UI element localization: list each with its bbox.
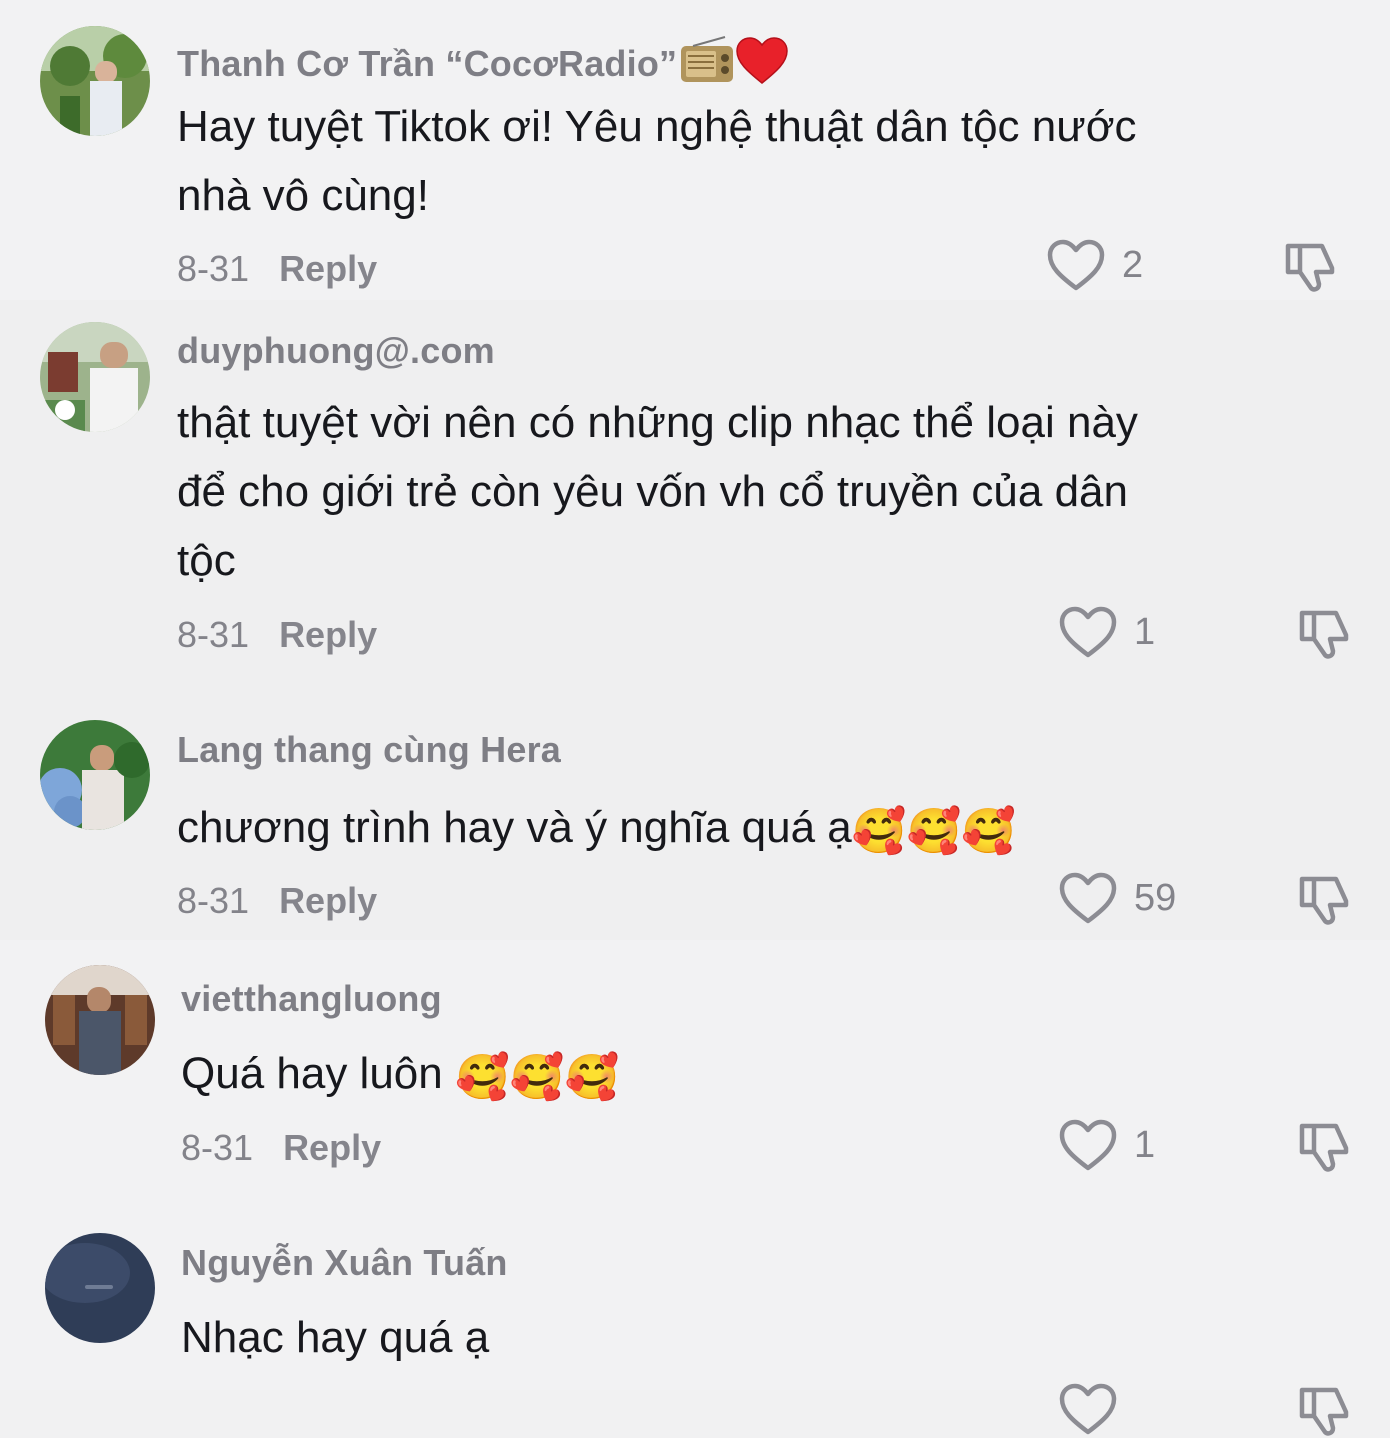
comment-username[interactable]: duyphuong@.com [177, 330, 495, 372]
like-button[interactable]: 1 [1058, 605, 1155, 659]
comment-text: Quá hay luôn 🥰🥰🥰 [181, 1049, 620, 1102]
like-count: 2 [1122, 243, 1144, 286]
comment-username[interactable]: vietthangluong [181, 978, 442, 1020]
reply-button[interactable]: Reply [279, 614, 377, 655]
smiling-face-with-hearts-icon: 🥰🥰🥰 [454, 1053, 620, 1102]
radio-icon [679, 36, 735, 93]
dislike-button[interactable] [1296, 1118, 1352, 1174]
thumbs-down-icon [1296, 605, 1352, 661]
like-button[interactable]: 2 [1046, 238, 1143, 292]
comment-text: Nhạc hay quá ạ [181, 1313, 490, 1362]
heart-outline-icon [1058, 1382, 1118, 1436]
comment-username[interactable]: Nguyễn Xuân Tuấn [181, 1242, 508, 1284]
avatar[interactable] [40, 26, 150, 136]
like-count: 59 [1134, 876, 1177, 919]
comment-item: Thanh Cơ Trần “CocơRadio” Hay tuyệt Tikt… [0, 0, 1390, 300]
reply-button[interactable]: Reply [283, 1127, 381, 1168]
heart-outline-icon [1046, 238, 1106, 292]
thumbs-down-icon [1296, 1118, 1352, 1174]
dislike-button[interactable] [1296, 871, 1352, 927]
comment-text: thật tuyệt vời nên có những clip nhạc th… [177, 398, 1138, 585]
comment-username[interactable]: Lang thang cùng Hera [177, 729, 561, 771]
comment-item: Lang thang cùng Hera chương trình hay và… [0, 685, 1390, 940]
like-button[interactable] [1058, 1382, 1118, 1436]
comment-meta: 8-31 Reply [177, 614, 377, 656]
like-button[interactable]: 59 [1058, 871, 1176, 925]
dislike-button[interactable] [1296, 605, 1352, 661]
avatar[interactable] [40, 322, 150, 432]
comment-meta: 8-31 Reply [177, 248, 377, 290]
comment-date: 8-31 [181, 1127, 254, 1168]
comment-username[interactable]: Thanh Cơ Trần “CocơRadio” [177, 36, 789, 95]
like-count: 1 [1134, 610, 1156, 653]
like-button[interactable]: 1 [1058, 1118, 1155, 1172]
comment-item: vietthangluong Quá hay luôn 🥰🥰🥰 8-31 Repl… [0, 940, 1390, 1210]
comment-text: chương trình hay và ý nghĩa quá ạ🥰🥰🥰 [177, 803, 1017, 856]
comment-meta: 8-31 Reply [177, 880, 377, 922]
like-count: 1 [1134, 1123, 1156, 1166]
dislike-button[interactable] [1296, 1382, 1352, 1438]
heart-outline-icon [1058, 871, 1118, 925]
avatar[interactable] [45, 1233, 155, 1343]
comment-date: 8-31 [177, 248, 250, 289]
thumbs-down-icon [1282, 238, 1338, 294]
comment-item: Nguyễn Xuân Tuấn Nhạc hay quá ạ [0, 1210, 1390, 1436]
comment-item: duyphuong@.com thật tuyệt vời nên có nhữ… [0, 300, 1390, 685]
smiling-face-with-hearts-icon: 🥰🥰🥰 [851, 807, 1017, 856]
avatar[interactable] [40, 720, 150, 830]
thumbs-down-icon [1296, 871, 1352, 927]
dislike-button[interactable] [1282, 238, 1338, 294]
heart-outline-icon [1058, 605, 1118, 659]
comment-date: 8-31 [177, 614, 250, 655]
thumbs-down-icon [1296, 1382, 1352, 1438]
reply-button[interactable]: Reply [279, 880, 377, 921]
avatar[interactable] [45, 965, 155, 1075]
reply-button[interactable]: Reply [279, 248, 377, 289]
comment-date: 8-31 [177, 880, 250, 921]
heart-outline-icon [1058, 1118, 1118, 1172]
red-heart-icon [735, 36, 789, 95]
comment-meta: 8-31 Reply [181, 1127, 381, 1169]
comment-text: Hay tuyệt Tiktok ơi! Yêu nghệ thuật dân … [177, 102, 1137, 220]
